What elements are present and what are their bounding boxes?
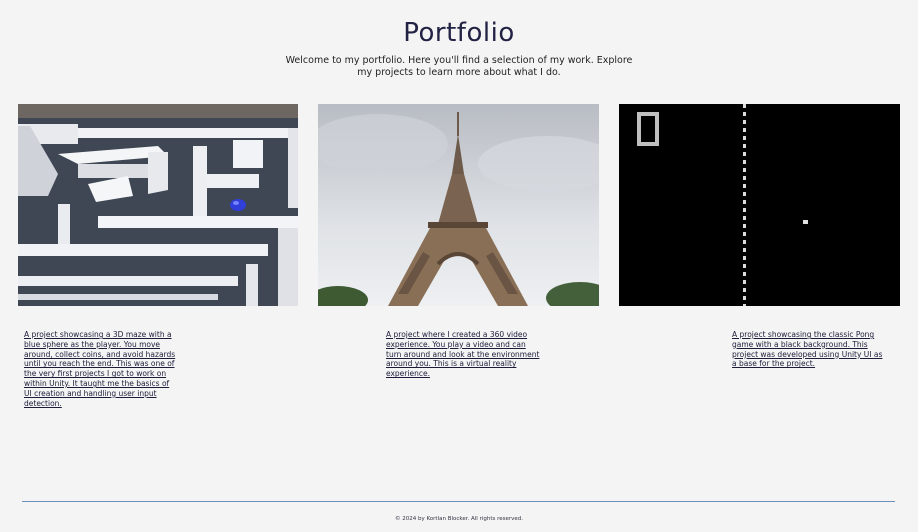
maze-project-description[interactable]: A project showcasing a 3D maze with a bl… (24, 330, 176, 408)
pong-game-graphic (619, 104, 900, 306)
maze-project-image[interactable] (18, 104, 298, 306)
pong-project-image[interactable] (619, 104, 900, 306)
video360-project-description[interactable]: A project where I created a 360 video ex… (386, 330, 542, 379)
maze-scene-graphic (18, 104, 298, 306)
footer-copyright: © 2024 by Kortlan Blocker. All rights re… (394, 516, 524, 522)
page-title: Portfolio (403, 18, 515, 48)
footer-divider (22, 501, 895, 502)
eiffel-tower-graphic (318, 104, 599, 306)
intro-text: Welcome to my portfolio. Here you'll fin… (285, 55, 633, 78)
eiffel-project-image[interactable] (318, 104, 599, 306)
pong-project-description[interactable]: A project showcasing the classic Pong ga… (732, 330, 884, 369)
